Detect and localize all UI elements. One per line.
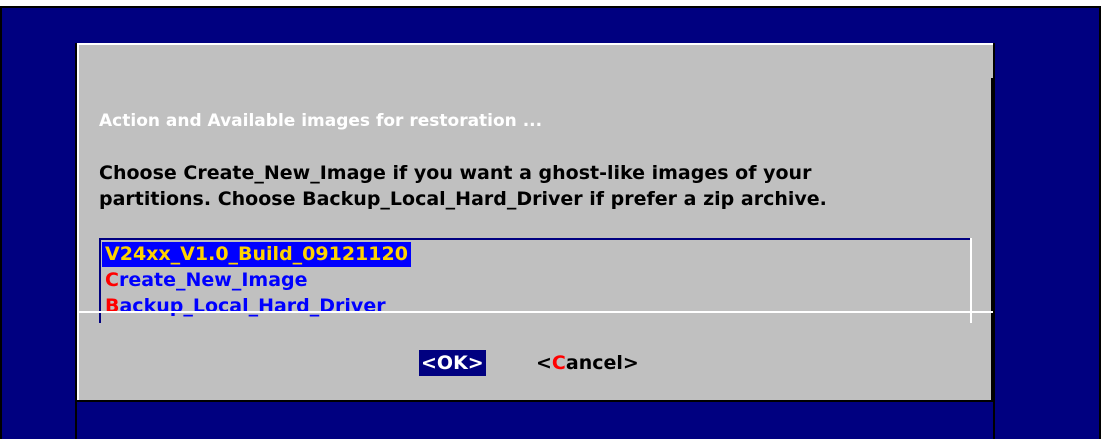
cancel-button[interactable]: <Cancel> xyxy=(536,350,639,376)
dialog-bottom-shadow xyxy=(77,400,993,402)
menu-item-label: 24xx_V1.0_Build_09121120 xyxy=(119,243,408,265)
message-line: Choose Create_New_Image if you want a gh… xyxy=(99,162,812,184)
ok-button[interactable]: <OK> xyxy=(419,350,486,376)
menu-item-label: ackup_Local_Hard_Driver xyxy=(119,295,386,317)
dialog-box: Action and Available images for restorat… xyxy=(77,43,993,402)
button-row-separator xyxy=(77,311,993,313)
dialog-right-shadow xyxy=(991,78,993,402)
dialog-left-highlight xyxy=(77,43,79,402)
cancel-hotkey: C xyxy=(551,352,566,374)
menu-item-v24xx-build[interactable]: V24xx_V1.0_Build_09121120 xyxy=(102,242,411,267)
screen-left-border xyxy=(0,6,2,439)
dialog-top-highlight xyxy=(77,43,993,45)
cancel-bracket-open: < xyxy=(536,352,552,374)
menu-top-border xyxy=(99,238,972,240)
menu-item-create-new-image[interactable]: Create_New_Image xyxy=(105,268,308,293)
dialog-right-shadow-line xyxy=(993,43,995,439)
message-line: partitions. Choose Backup_Local_Hard_Dri… xyxy=(99,188,827,210)
screen-top-border xyxy=(0,6,1101,8)
menu-item-hotkey: V xyxy=(105,243,120,265)
menu-item-hotkey: C xyxy=(105,269,119,291)
menu-item-label: reate_New_Image xyxy=(118,269,308,291)
dialog-subtitle: Action and Available images for restorat… xyxy=(99,111,543,131)
menu-item-backup-local-hard-driver[interactable]: Backup_Local_Hard_Driver xyxy=(105,294,386,319)
cancel-label: ancel> xyxy=(565,352,639,374)
dialog-message: Choose Create_New_Image if you want a gh… xyxy=(99,160,979,212)
menu-item-hotkey: B xyxy=(105,295,120,317)
